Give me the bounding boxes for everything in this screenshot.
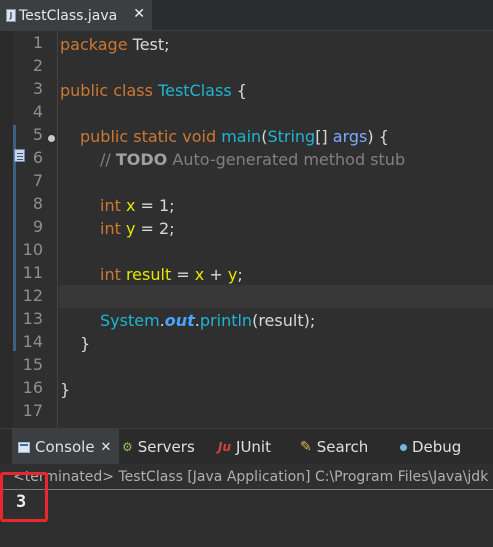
line-number: 4 (32, 102, 43, 121)
code-line-13: System.out.println(result); (100, 311, 316, 330)
code-line-1: package Test; (60, 35, 170, 54)
console-launch-description: <terminated> TestClass [Java Application… (0, 464, 493, 490)
console-output-area[interactable]: 3 (0, 491, 493, 547)
code-line-6: // TODO Auto-generated method stub (100, 150, 406, 169)
editor-tab-testclass[interactable]: J TestClass.java ✕ (0, 0, 152, 31)
line-number: 3 (32, 79, 43, 98)
tab-console[interactable]: Console ✕ (12, 429, 120, 465)
line-number: 1 (32, 33, 43, 52)
annotation-highlight-box (0, 472, 48, 522)
line-number: 10 (22, 240, 43, 259)
code-line-16: } (60, 380, 71, 399)
line-number: 13 (22, 309, 43, 328)
code-line-14: } (80, 334, 91, 353)
tab-junit[interactable]: Ju JUnit (218, 429, 271, 465)
current-line-highlight (59, 285, 493, 308)
code-editor[interactable]: 1 2 3 4 5 6 7 8 9 10 11 12 13 14 15 16 1… (0, 31, 493, 428)
tab-junit-label: JUnit (236, 438, 271, 456)
code-line-3: public class TestClass { (60, 81, 247, 100)
servers-icon: ⚙ (122, 440, 133, 454)
tab-servers[interactable]: ⚙ Servers (122, 429, 195, 465)
tab-search-label: Search (316, 438, 369, 456)
panel-tab-bar: Console ✕ ⚙ Servers Ju JUnit ✎ Search De… (0, 428, 493, 465)
tab-search[interactable]: ✎ Search (300, 429, 368, 465)
console-icon (18, 441, 30, 453)
editor-tab-bar: J TestClass.java ✕ (0, 0, 493, 31)
fold-collapse-icon[interactable] (48, 135, 55, 142)
tab-servers-label: Servers (137, 438, 195, 456)
line-number-gutter: 1 2 3 4 5 6 7 8 9 10 11 12 13 14 15 16 1… (16, 31, 58, 428)
line-number: 12 (22, 286, 43, 305)
junit-icon: Ju (218, 440, 232, 454)
editor-tab-label: TestClass.java (19, 7, 118, 24)
line-number: 16 (22, 378, 43, 397)
line-number: 11 (22, 263, 43, 282)
search-icon: ✎ (300, 439, 312, 455)
close-icon[interactable]: ✕ (101, 440, 112, 455)
debug-icon (400, 443, 407, 451)
line-number: 9 (32, 217, 43, 236)
tab-debug-label: Debug (412, 438, 462, 456)
line-number: 14 (22, 332, 43, 351)
line-number: 2 (32, 56, 43, 75)
code-line-5: public static void main(String[] args) { (80, 127, 389, 146)
line-number: 15 (22, 355, 43, 374)
line-number: 17 (22, 401, 43, 420)
tab-console-label: Console (35, 438, 95, 456)
code-line-11: int result = x + y; (100, 265, 243, 284)
overview-ruler (0, 31, 13, 428)
tab-debug[interactable]: Debug (400, 429, 461, 465)
line-number: 8 (32, 194, 43, 213)
task-marker-icon[interactable] (14, 149, 25, 162)
close-icon[interactable]: ✕ (133, 6, 145, 22)
java-file-icon: J (6, 9, 16, 22)
line-number: 7 (32, 171, 43, 190)
line-number: 5 (32, 125, 43, 144)
code-line-8: int x = 1; (100, 196, 175, 215)
code-line-9: int y = 2; (100, 219, 175, 238)
